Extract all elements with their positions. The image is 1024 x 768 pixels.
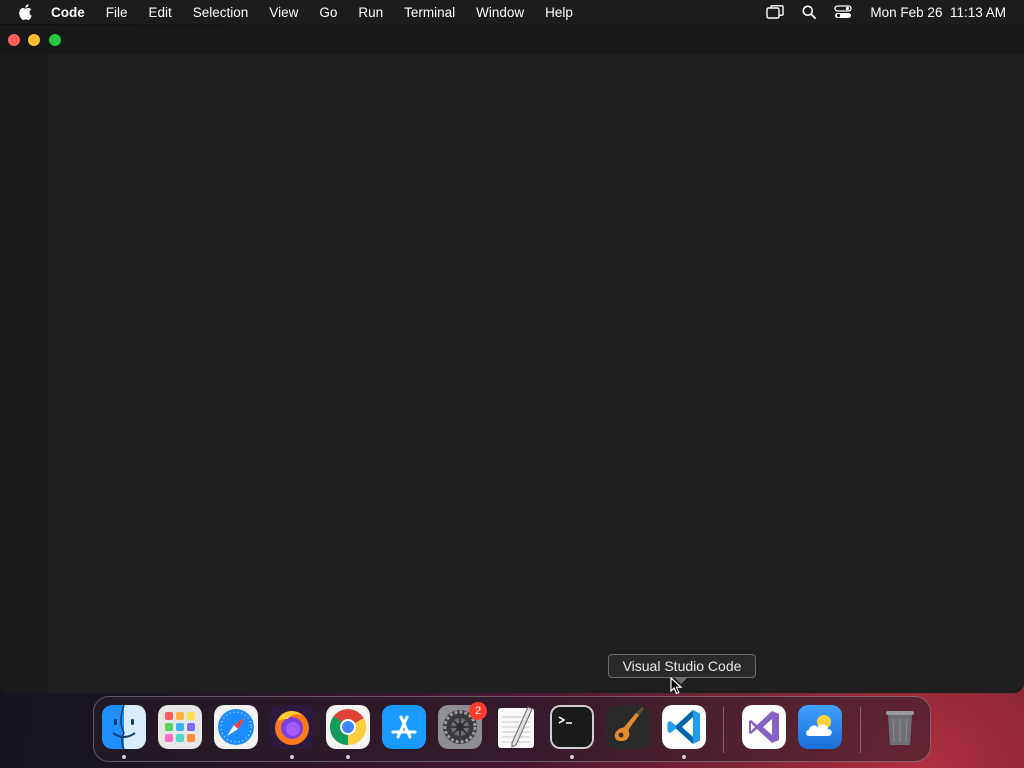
vscode-window	[0, 25, 1024, 693]
menu-help[interactable]: Help	[545, 5, 573, 20]
chrome-icon[interactable]	[326, 705, 370, 749]
dock-separator	[723, 707, 724, 753]
menu-run[interactable]: Run	[358, 5, 383, 20]
dock-tooltip: Visual Studio Code	[608, 654, 756, 684]
launchpad-icon[interactable]	[158, 705, 202, 749]
menu-bar-clock[interactable]: Mon Feb 26 11:13 AM	[870, 5, 1006, 20]
menu-terminal[interactable]: Terminal	[404, 5, 455, 20]
dock-tooltip-label: Visual Studio Code	[622, 658, 742, 674]
menu-file[interactable]: File	[106, 5, 128, 20]
visual-studio-icon[interactable]	[742, 705, 786, 749]
minimize-window-button[interactable]	[28, 34, 40, 46]
system-settings-badge: 2	[469, 702, 487, 720]
vscode-icon[interactable]	[662, 705, 706, 749]
trash-icon[interactable]	[878, 705, 922, 749]
finder-running-indicator	[122, 755, 126, 759]
menu-edit[interactable]: Edit	[149, 5, 172, 20]
menu-go[interactable]: Go	[319, 5, 337, 20]
editor-area	[47, 54, 1024, 693]
terminal-running-indicator	[570, 755, 574, 759]
app-store-icon[interactable]	[382, 705, 426, 749]
close-window-button[interactable]	[8, 34, 20, 46]
garageband-icon[interactable]	[606, 705, 650, 749]
dock	[93, 696, 931, 762]
control-center-icon[interactable]	[834, 5, 853, 19]
weather-icon[interactable]	[798, 705, 842, 749]
spotlight-search-icon[interactable]	[802, 5, 817, 19]
dock-separator	[860, 707, 861, 753]
finder-icon[interactable]	[102, 705, 146, 749]
maximize-window-button[interactable]	[49, 34, 61, 46]
firefox-icon[interactable]	[270, 705, 314, 749]
menu-selection[interactable]: Selection	[193, 5, 249, 20]
screen-mirroring-icon[interactable]	[766, 5, 785, 19]
chrome-running-indicator	[346, 755, 350, 759]
apple-menu-icon[interactable]	[18, 4, 34, 20]
vscode-running-indicator	[682, 755, 686, 759]
menu-window[interactable]: Window	[476, 5, 524, 20]
terminal-icon[interactable]	[550, 705, 594, 749]
textedit-icon[interactable]	[494, 705, 538, 749]
safari-icon[interactable]	[214, 705, 258, 749]
firefox-running-indicator	[290, 755, 294, 759]
menu-bar: Code File Edit Selection View Go Run Ter…	[0, 0, 1024, 24]
menu-app-code[interactable]: Code	[51, 5, 85, 20]
menu-view[interactable]: View	[269, 5, 298, 20]
activity-bar	[0, 54, 47, 693]
window-titlebar[interactable]	[0, 25, 1024, 54]
menu-bar-status-area: Mon Feb 26 11:13 AM	[748, 0, 1006, 24]
